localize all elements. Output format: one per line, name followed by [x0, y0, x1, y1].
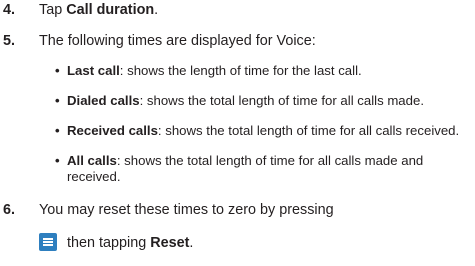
bullet-text: Last call: shows the length of time for … [67, 63, 472, 79]
step-text-line2: then tapping Reset. [39, 233, 193, 252]
bullet-mark: • [55, 63, 60, 78]
bullet-description: : shows the total length of time for all… [116, 153, 424, 168]
step-text-plain: then tapping [63, 235, 151, 251]
step-number: 4. [3, 2, 16, 18]
bullet-description: : shows the total length of time for all… [139, 93, 424, 108]
bullet-term: Dialed calls [67, 93, 140, 108]
step-text: You may reset these times to zero by pre… [39, 202, 334, 218]
call-duration-label: Call duration [66, 2, 155, 18]
instruction-document: 4. Tap Call duration. 5. The following t… [0, 0, 475, 266]
menu-key-icon [39, 233, 57, 251]
step-number: 6. [3, 202, 16, 218]
bullet-mark: • [55, 123, 60, 138]
bullet-text: Received calls: shows the total length o… [67, 123, 472, 139]
step-text-end: . [189, 235, 194, 251]
step-text-plain: Tap [39, 2, 67, 18]
bullet-term: All calls [67, 153, 117, 168]
bullet-description: : shows the length of time for the last … [119, 63, 362, 78]
bullet-mark: • [55, 153, 60, 168]
step-number: 5. [3, 33, 16, 49]
bullet-description-cont: received. [67, 169, 121, 184]
reset-label: Reset [150, 235, 190, 251]
bullet-mark: • [55, 93, 60, 108]
bullet-description: : shows the total length of time for all… [157, 123, 460, 138]
step-text: The following times are displayed for Vo… [39, 33, 316, 49]
bullet-term: Received calls [67, 123, 158, 138]
step-text-end: . [154, 2, 159, 18]
bullet-term: Last call [67, 63, 120, 78]
bullet-text: All calls: shows the total length of tim… [67, 153, 472, 185]
step-text: Tap Call duration. [39, 1, 158, 19]
bullet-text: Dialed calls: shows the total length of … [67, 93, 472, 109]
